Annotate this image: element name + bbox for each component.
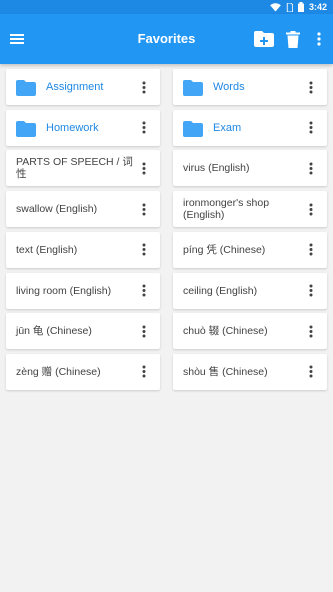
more-options-icon[interactable]: [134, 118, 154, 138]
folder-icon: [16, 80, 36, 96]
favorite-card[interactable]: píng 凭 (Chinese): [173, 231, 327, 268]
favorite-card[interactable]: swallow (English): [6, 191, 160, 228]
sim-icon: [286, 2, 293, 12]
folder-icon: [183, 120, 203, 137]
favorite-card[interactable]: ceiling (English): [173, 272, 327, 309]
card-label: PARTS OF SPEECH / 词性: [16, 156, 133, 181]
card-label: text (English): [16, 243, 78, 256]
menu-icon[interactable]: [5, 27, 29, 51]
more-options-icon[interactable]: [134, 77, 154, 97]
more-options-icon[interactable]: [134, 321, 154, 341]
card-label: Words: [213, 81, 245, 93]
favorite-card[interactable]: living room (English): [6, 272, 160, 309]
status-bar: 3:42: [0, 0, 333, 14]
more-options-icon[interactable]: [301, 118, 321, 138]
folder-card[interactable]: Words: [173, 69, 327, 105]
battery-icon: [297, 2, 304, 12]
favorite-card[interactable]: virus (English): [173, 150, 327, 187]
folder-icon: [16, 120, 36, 137]
folder-card[interactable]: Exam: [173, 109, 327, 146]
card-label: living room (English): [16, 284, 112, 297]
card-label: chuò 辍 (Chinese): [183, 325, 268, 338]
card-label: shòu 售 (Chinese): [183, 365, 268, 378]
favorite-card[interactable]: text (English): [6, 231, 160, 268]
card-label: píng 凭 (Chinese): [183, 243, 266, 256]
favorite-card[interactable]: shòu 售 (Chinese): [173, 353, 327, 390]
card-label: zèng 赠 (Chinese): [16, 365, 101, 378]
more-options-icon[interactable]: [301, 199, 321, 219]
delete-icon[interactable]: [281, 27, 305, 51]
folder-card[interactable]: Assignment: [6, 69, 160, 105]
favorite-card[interactable]: ironmonger's shop (English): [173, 191, 327, 228]
more-options-icon[interactable]: [134, 362, 154, 382]
card-label: Homework: [46, 121, 99, 134]
status-time: 3:42: [308, 2, 327, 12]
favorite-card[interactable]: zèng 赠 (Chinese): [6, 353, 160, 390]
card-label: Exam: [213, 121, 242, 134]
more-options-icon[interactable]: [301, 281, 321, 301]
favorite-card[interactable]: PARTS OF SPEECH / 词性: [6, 150, 160, 187]
more-vert-icon[interactable]: [307, 27, 331, 51]
card-label: swallow (English): [16, 203, 98, 216]
more-options-icon[interactable]: [134, 199, 154, 219]
app-bar: Favorites: [0, 14, 333, 64]
more-options-icon[interactable]: [134, 240, 154, 260]
more-options-icon[interactable]: [134, 158, 154, 178]
add-folder-icon[interactable]: [252, 27, 276, 51]
favorite-card[interactable]: chuò 辍 (Chinese): [173, 313, 327, 350]
card-label: Assignment: [46, 81, 104, 93]
more-options-icon[interactable]: [301, 77, 321, 97]
wifi-icon: [270, 2, 281, 12]
more-options-icon[interactable]: [134, 281, 154, 301]
folder-card[interactable]: Homework: [6, 109, 160, 146]
card-label: jūn 龟 (Chinese): [16, 325, 92, 338]
more-options-icon[interactable]: [301, 321, 321, 341]
more-options-icon[interactable]: [301, 240, 321, 260]
card-label: ironmonger's shop (English): [183, 197, 270, 222]
folder-icon: [183, 80, 203, 96]
favorite-card[interactable]: jūn 龟 (Chinese): [6, 313, 160, 350]
card-label: ceiling (English): [183, 284, 258, 297]
more-options-icon[interactable]: [301, 158, 321, 178]
more-options-icon[interactable]: [301, 362, 321, 382]
card-label: virus (English): [183, 162, 250, 175]
